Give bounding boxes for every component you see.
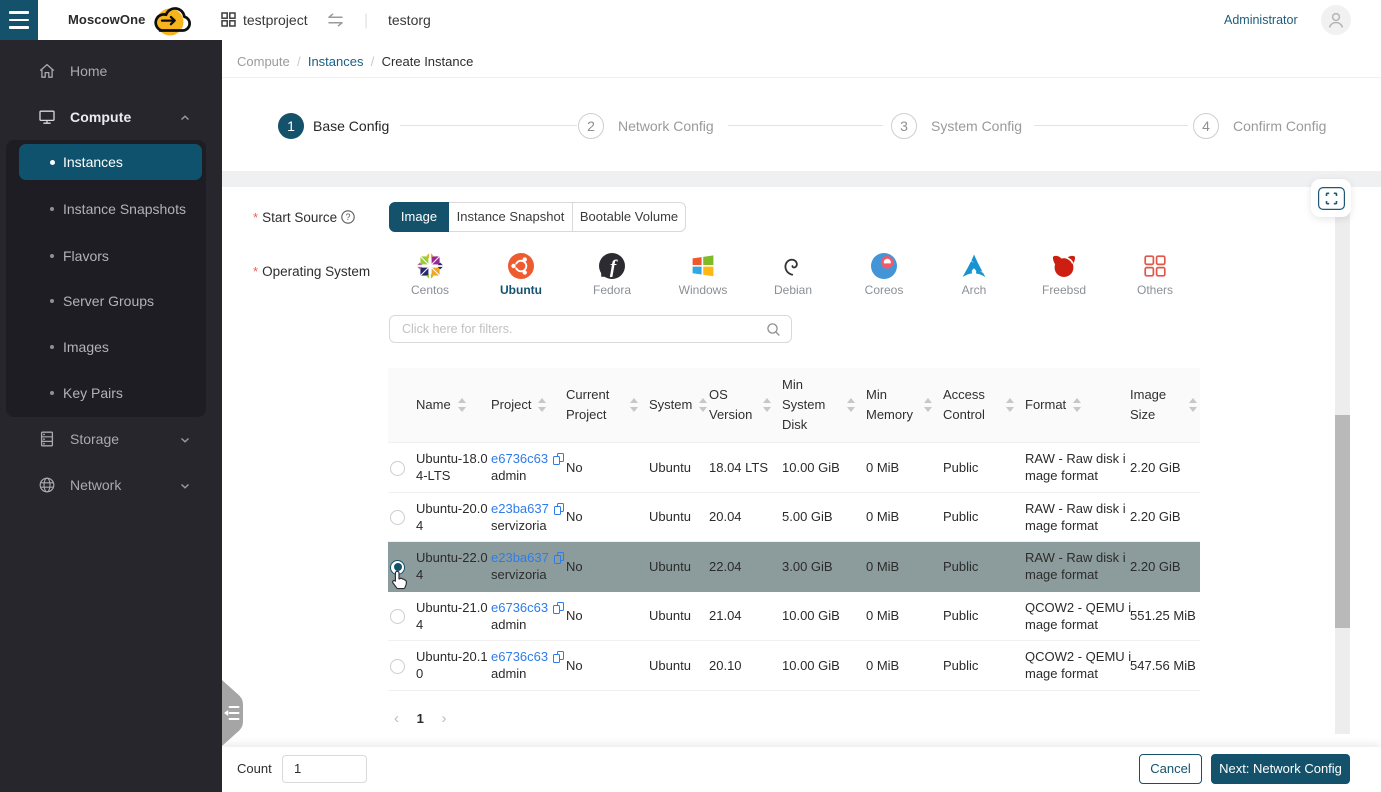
svg-text:?: ? (345, 212, 350, 222)
